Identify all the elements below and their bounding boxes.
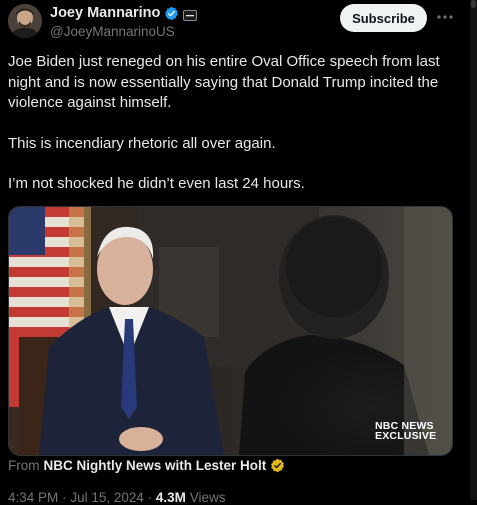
subscribe-button[interactable]: Subscribe [340, 4, 427, 32]
avatar[interactable] [8, 4, 42, 38]
video-thumbnail[interactable]: NBC NEWS EXCLUSIVE [8, 206, 453, 456]
verified-check-icon[interactable] [164, 6, 179, 21]
tweet-date[interactable]: Jul 15, 2024 [70, 490, 144, 505]
meta-separator: · [147, 490, 153, 505]
views-label: Views [189, 490, 226, 505]
gold-verified-icon[interactable] [270, 458, 285, 473]
media-source: From NBC Nightly News with Lester Holt [8, 458, 285, 473]
source-prefix: From [8, 458, 40, 473]
scrollbar-thumb[interactable] [471, 0, 476, 8]
tweet-time[interactable]: 4:34 PM [8, 490, 58, 505]
tweet-paragraph: This is incendiary rhetoric all over aga… [8, 134, 276, 152]
views-count: 4.3M [155, 490, 186, 505]
tweet-paragraph: Joe Biden just reneged on his entire Ova… [8, 53, 440, 111]
source-name-link[interactable]: NBC Nightly News with Lester Holt [44, 458, 267, 473]
tweet-text: Joe Biden just reneged on his entire Ova… [8, 52, 458, 195]
tweet: Joey Mannarino @JoeyMannarinoUS Subscrib… [0, 0, 477, 505]
affiliate-badge-icon[interactable] [183, 8, 198, 21]
more-dots-icon[interactable] [436, 8, 454, 26]
tweet-paragraph: I’m not shocked he didn’t even last 24 h… [8, 175, 305, 192]
nbc-watermark: NBC NEWS EXCLUSIVE [375, 421, 437, 442]
tweet-meta: 4:34 PM · Jul 15, 2024 · 4.3M Views [8, 490, 225, 505]
scrollbar[interactable] [470, 0, 477, 500]
watermark-line-2: EXCLUSIVE [375, 430, 437, 442]
meta-separator: · [62, 490, 67, 505]
author-handle[interactable]: @JoeyMannarinoUS [50, 24, 175, 39]
author-name-row: Joey Mannarino [50, 5, 198, 21]
author-name[interactable]: Joey Mannarino [50, 5, 160, 21]
